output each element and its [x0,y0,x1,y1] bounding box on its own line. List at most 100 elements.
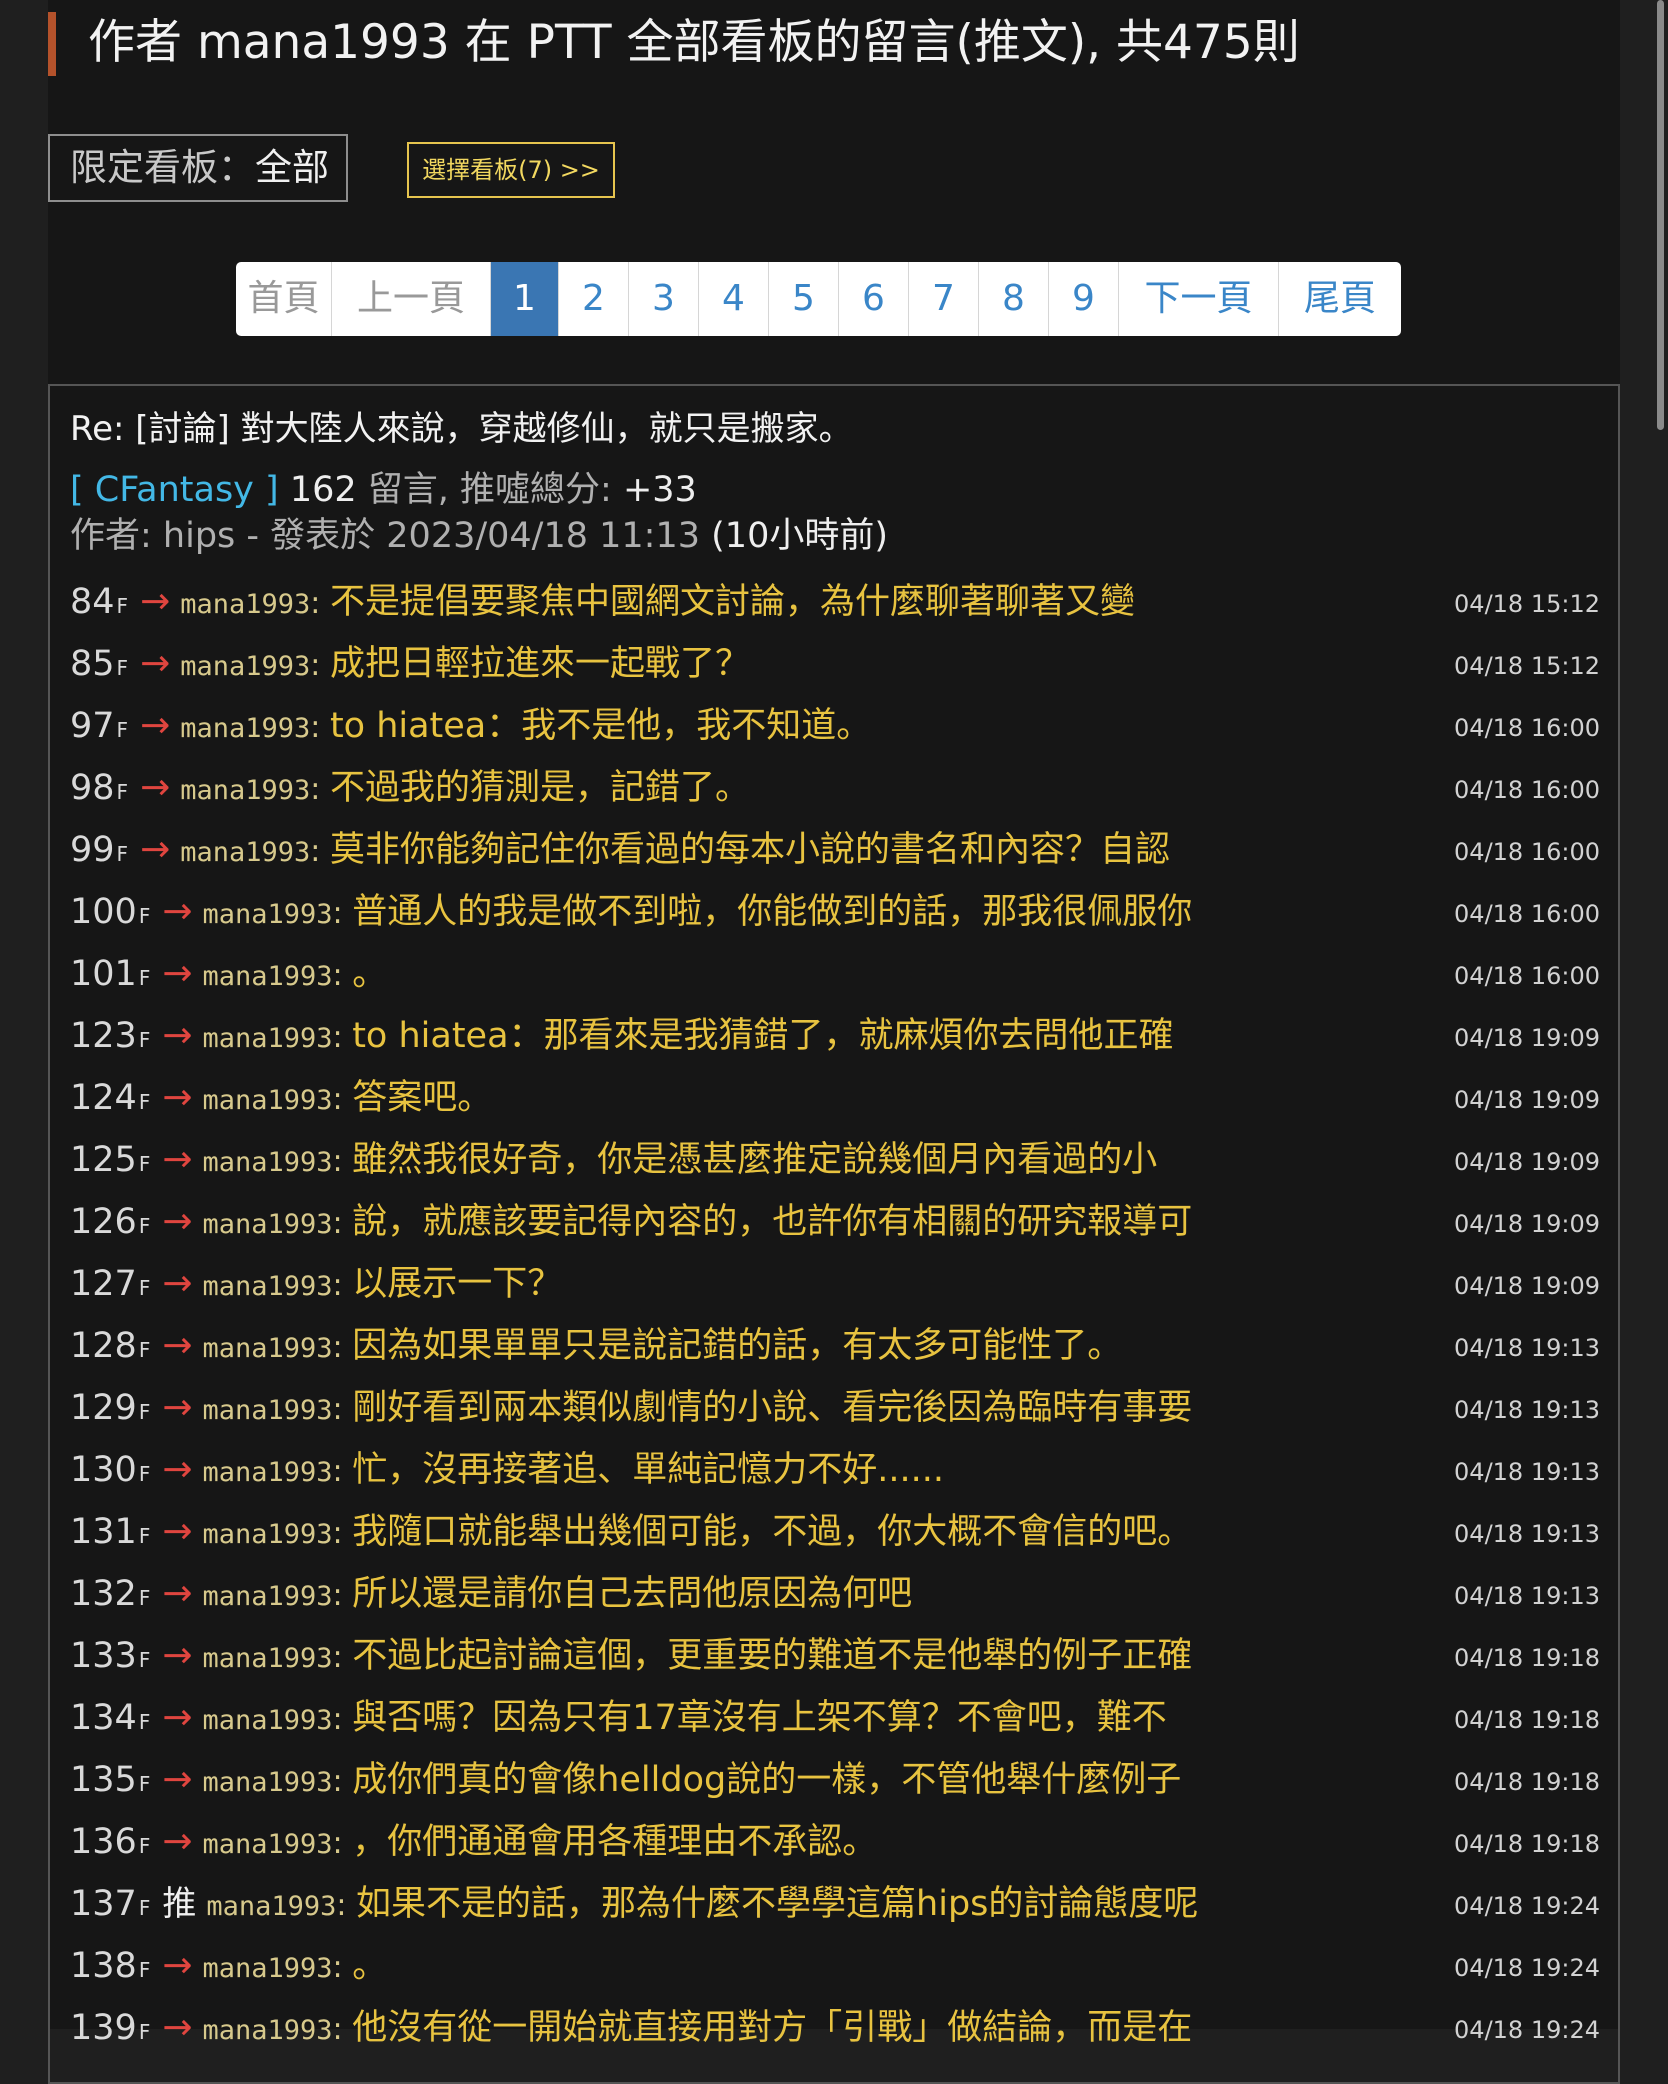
comment-text: 成把日輕拉進來一起戰了？ [329,644,750,684]
pagination: 首頁 上一頁 1 2 3 4 5 6 7 8 9 下一頁 尾頁 [236,262,1401,336]
comment-user[interactable]: mana1993 [203,1581,333,1612]
comment-user[interactable]: mana1993 [203,1209,333,1240]
comment-colon: : [332,1516,353,1551]
post-author-line: 作者: hips - 發表於 2023/04/18 11:13 (10小時前) [70,510,888,562]
comment-colon: : [332,1392,353,1427]
comment-text: 我隨口就能舉出幾個可能，不過，你大概不會信的吧。 [352,1512,1193,1552]
push-tag: → [162,1821,193,1862]
comment-time: 04/18 19:09 [1454,1148,1600,1176]
page-link-7[interactable]: 7 [909,262,979,336]
comment-user[interactable]: mana1993 [203,899,333,930]
scrollbar[interactable] [1652,0,1668,2029]
comment-colon: : [332,2012,353,2047]
push-tag: → [162,1387,193,1428]
comment-user[interactable]: mana1993 [180,589,310,620]
comment-row: 128 F → mana1993: 因為如果單單只是說記錯的話，有太多可能性了。 04/… [70,1322,1600,1384]
prev-page-link[interactable]: 上一頁 [332,262,491,336]
comment-time: 04/18 16:00 [1454,714,1600,742]
comment-user[interactable]: mana1993 [206,1891,336,1922]
comment-user[interactable]: mana1993 [203,1829,333,1860]
comment-time: 04/18 15:12 [1454,652,1600,680]
comment-time: 04/18 19:24 [1454,1954,1600,1982]
last-page-link[interactable]: 尾頁 [1279,262,1401,336]
floor-number: 128 F [70,1326,151,1366]
push-tag: → [140,581,171,622]
page-link-9[interactable]: 9 [1049,262,1119,336]
select-board-button[interactable]: 選擇看板(7) >> [407,142,615,198]
comment-row: 126 F → mana1993: 說，就應該要記得內容的，也許你有相關的研究報導可 0… [70,1198,1600,1260]
comment-user[interactable]: mana1993 [203,961,333,992]
comment-user[interactable]: mana1993 [180,775,310,806]
floor-number: 101 F [70,954,151,994]
comment-text: 與否嗎？因為只有17章沒有上架不算？不會吧，難不 [352,1698,1167,1738]
floor-number: 133 F [70,1636,151,1676]
board-link[interactable]: [ CFantasy ] [70,470,279,510]
comment-colon: : [332,1950,353,1985]
comment-text: 雖然我很好奇，你是憑甚麼推定說幾個月內看過的小 [352,1140,1158,1180]
comment-time: 04/18 19:09 [1454,1086,1600,1114]
comment-user[interactable]: mana1993 [203,1147,333,1178]
comment-time: 04/18 19:13 [1454,1582,1600,1610]
comment-label: 留言, 推噓總分: [367,470,612,510]
comment-colon: : [332,1020,353,1055]
push-tag: → [162,1697,193,1738]
page-link-1[interactable]: 1 [491,262,559,336]
comment-user[interactable]: mana1993 [203,1457,333,1488]
page-link-4[interactable]: 4 [699,262,769,336]
push-tag: → [162,1573,193,1614]
push-tag: → [162,891,193,932]
comment-time: 04/18 19:18 [1454,1768,1600,1796]
page-link-3[interactable]: 3 [629,262,699,336]
comment-user[interactable]: mana1993 [203,1023,333,1054]
comment-row: 131 F → mana1993: 我隨口就能舉出幾個可能，不過，你大概不會信的吧。 0… [70,1508,1600,1570]
comment-colon: : [332,1082,353,1117]
comment-user[interactable]: mana1993 [180,651,310,682]
comment-time: 04/18 19:13 [1454,1458,1600,1486]
comment-row: 130 F → mana1993: 忙，沒再接著追、單純記憶力不好...... 04/1… [70,1446,1600,1508]
comment-user[interactable]: mana1993 [203,1767,333,1798]
page-link-8[interactable]: 8 [979,262,1049,336]
comment-colon: : [332,896,353,931]
comment-time: 04/18 19:09 [1454,1024,1600,1052]
comment-user[interactable]: mana1993 [203,1643,333,1674]
floor-number: 125 F [70,1140,151,1180]
comment-user[interactable]: mana1993 [203,1953,333,1984]
comment-user[interactable]: mana1993 [203,1333,333,1364]
comment-row: 124 F → mana1993: 答案吧。 04/18 19:09 [70,1074,1600,1136]
push-tag: → [162,1139,193,1180]
comment-colon: : [332,1330,353,1365]
page-link-6[interactable]: 6 [839,262,909,336]
comment-user[interactable]: mana1993 [180,837,310,868]
comment-text: 剛好看到兩本類似劇情的小說、看完後因為臨時有事要 [352,1388,1193,1428]
scrollbar-thumb[interactable] [1657,0,1664,430]
next-page-link[interactable]: 下一頁 [1119,262,1279,336]
comment-row: 101 F → mana1993: 。 04/18 16:00 [70,950,1600,1012]
comment-time: 04/18 15:12 [1454,590,1600,618]
comment-row: 138 F → mana1993: 。 04/18 19:24 [70,1942,1600,2004]
push-tag: → [140,829,171,870]
comment-colon: : [310,772,330,807]
comment-user[interactable]: mana1993 [203,2015,333,2046]
floor-number: 130 F [70,1450,151,1490]
comment-row: 127 F → mana1993: 以展示一下？ 04/18 19:09 [70,1260,1600,1322]
comment-user[interactable]: mana1993 [203,1519,333,1550]
page-link-5[interactable]: 5 [769,262,839,336]
first-page-link[interactable]: 首頁 [236,262,332,336]
comment-user[interactable]: mana1993 [203,1085,333,1116]
comment-user[interactable]: mana1993 [203,1705,333,1736]
page-link-2[interactable]: 2 [559,262,629,336]
post-title[interactable]: Re: [討論] 對大陸人來說，穿越修仙，就只是搬家。 [70,404,853,454]
push-tag: → [162,1201,193,1242]
comment-colon: : [310,648,330,683]
comment-user[interactable]: mana1993 [203,1395,333,1426]
floor-number: 85 F [70,644,129,684]
comment-text: 所以還是請你自己去問他原因為何吧 [352,1574,913,1614]
comment-colon: : [332,1702,353,1737]
push-tag: → [162,1759,193,1800]
floor-number: 137 F [70,1884,151,1924]
comment-time: 04/18 19:18 [1454,1706,1600,1734]
comment-user[interactable]: mana1993 [203,1271,333,1302]
comment-row: 84 F → mana1993: 不是提倡要聚焦中國網文討論，為什麼聊著聊著又變 04/… [70,578,1600,640]
comment-time: 04/18 19:13 [1454,1396,1600,1424]
comment-user[interactable]: mana1993 [180,713,310,744]
